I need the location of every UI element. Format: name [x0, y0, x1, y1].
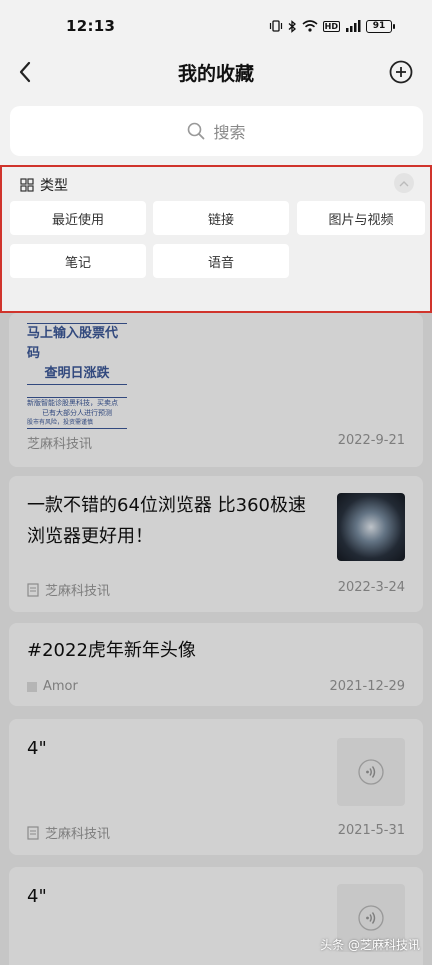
- page-title: 我的收藏: [177, 62, 254, 85]
- chip-links[interactable]: 链接: [153, 201, 289, 235]
- bluetooth-icon: [288, 19, 297, 33]
- battery-indicator: 91: [366, 19, 395, 33]
- dim-overlay[interactable]: [0, 313, 432, 965]
- collapse-button[interactable]: [394, 173, 414, 193]
- hd-badge: HD: [322, 20, 340, 32]
- status-icons: HD 91: [269, 19, 395, 33]
- chevron-up-icon: [399, 180, 409, 186]
- status-bar: 12:13 HD 91: [0, 0, 432, 52]
- type-filter-panel: 类型 最近使用 链接 图片与视频 笔记 语音: [0, 165, 432, 313]
- chevron-left-icon: [19, 61, 31, 83]
- status-time: 12:13: [66, 17, 116, 35]
- search-placeholder: 搜索: [213, 123, 246, 142]
- type-title: 类型: [40, 178, 68, 194]
- chip-voice[interactable]: 语音: [153, 244, 289, 278]
- signal-icon: [345, 19, 361, 33]
- type-header: 类型: [20, 175, 68, 195]
- search-icon: [188, 122, 205, 140]
- plus-circle-icon: [389, 60, 413, 84]
- watermark: 头条 @芝麻科技讯: [320, 938, 420, 952]
- chip-notes[interactable]: 笔记: [10, 244, 146, 278]
- back-button[interactable]: [12, 58, 38, 86]
- chip-images-videos[interactable]: 图片与视频: [297, 201, 425, 235]
- app-header: 我的收藏: [0, 52, 432, 92]
- grid-icon: [20, 178, 34, 192]
- add-button[interactable]: [388, 59, 414, 85]
- search-bar[interactable]: 搜索: [10, 106, 423, 156]
- chip-recent[interactable]: 最近使用: [10, 201, 146, 235]
- wifi-icon: [302, 19, 318, 33]
- vibrate-icon: [269, 19, 283, 33]
